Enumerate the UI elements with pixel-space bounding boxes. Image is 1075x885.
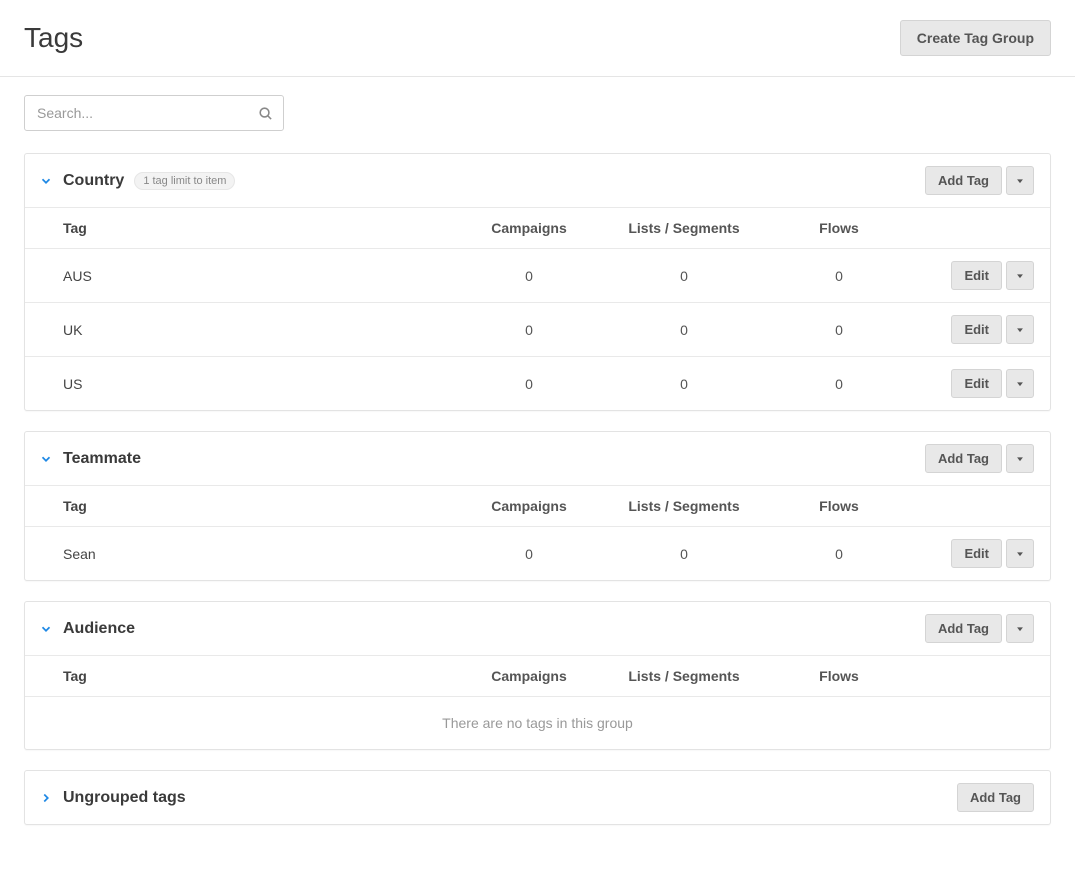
- tag-name: AUS: [63, 268, 464, 284]
- tag-row: US000Edit: [25, 356, 1050, 410]
- tag-name: UK: [63, 322, 464, 338]
- col-header-flows: Flows: [774, 498, 904, 514]
- columns-header: TagCampaignsLists / SegmentsFlows: [25, 655, 1050, 696]
- col-header-campaigns: Campaigns: [464, 498, 594, 514]
- group-header: Teammate Add Tag: [25, 432, 1050, 485]
- add-tag-button-group: Add Tag: [925, 444, 1034, 473]
- caret-down-icon: [1015, 454, 1025, 464]
- caret-down-icon: [1015, 624, 1025, 634]
- tag-lists-segments-count: 0: [594, 376, 774, 392]
- col-header-flows: Flows: [774, 668, 904, 684]
- add-tag-button-group: Add Tag: [925, 166, 1034, 195]
- tag-campaigns-count: 0: [464, 546, 594, 562]
- group-header: Audience Add Tag: [25, 602, 1050, 655]
- tag-campaigns-count: 0: [464, 322, 594, 338]
- tag-actions: Edit: [951, 315, 1034, 344]
- tag-group: Country 1 tag limit to item Add Tag TagCamp…: [24, 153, 1051, 411]
- col-header-tag: Tag: [63, 220, 464, 236]
- chevron-down-icon[interactable]: [39, 622, 53, 636]
- empty-group-message: There are no tags in this group: [25, 696, 1050, 749]
- group-title[interactable]: Country: [63, 172, 124, 190]
- tag-lists-segments-count: 0: [594, 322, 774, 338]
- add-tag-button[interactable]: Add Tag: [925, 614, 1002, 643]
- page-header: Tags Create Tag Group: [0, 0, 1075, 77]
- tag-flows-count: 0: [774, 322, 904, 338]
- create-tag-group-button[interactable]: Create Tag Group: [900, 20, 1051, 56]
- col-header-campaigns: Campaigns: [464, 668, 594, 684]
- col-header-tag: Tag: [63, 498, 464, 514]
- col-header-lists-segments: Lists / Segments: [594, 220, 774, 236]
- columns-header: TagCampaignsLists / SegmentsFlows: [25, 207, 1050, 248]
- tag-flows-count: 0: [774, 268, 904, 284]
- add-tag-button-group: Add Tag: [957, 783, 1034, 812]
- search-box: [24, 95, 284, 131]
- chevron-right-icon[interactable]: [39, 791, 53, 805]
- caret-down-icon: [1015, 379, 1025, 389]
- add-tag-button[interactable]: Add Tag: [957, 783, 1034, 812]
- caret-down-icon: [1015, 549, 1025, 559]
- tag-limit-badge: 1 tag limit to item: [134, 172, 235, 190]
- col-header-campaigns: Campaigns: [464, 220, 594, 236]
- tag-group: Ungrouped tags Add Tag: [24, 770, 1051, 825]
- add-tag-button[interactable]: Add Tag: [925, 444, 1002, 473]
- tag-group: Teammate Add Tag TagCampaignsLists / Segme…: [24, 431, 1051, 581]
- tag-actions-dropdown[interactable]: [1006, 315, 1034, 344]
- tag-actions: Edit: [951, 539, 1034, 568]
- tag-name: US: [63, 376, 464, 392]
- chevron-down-icon[interactable]: [39, 452, 53, 466]
- tag-actions-dropdown[interactable]: [1006, 369, 1034, 398]
- tag-actions: Edit: [951, 261, 1034, 290]
- search-wrap: [24, 95, 1051, 131]
- group-actions-dropdown[interactable]: [1006, 166, 1034, 195]
- edit-tag-button[interactable]: Edit: [951, 539, 1002, 568]
- group-header: Country 1 tag limit to item Add Tag: [25, 154, 1050, 207]
- caret-down-icon: [1015, 176, 1025, 186]
- group-title[interactable]: Audience: [63, 620, 135, 638]
- page-title: Tags: [24, 22, 83, 54]
- col-header-tag: Tag: [63, 668, 464, 684]
- tag-actions: Edit: [951, 369, 1034, 398]
- add-tag-button-group: Add Tag: [925, 614, 1034, 643]
- tag-row: Sean000Edit: [25, 526, 1050, 580]
- tag-row: AUS000Edit: [25, 248, 1050, 302]
- col-header-lists-segments: Lists / Segments: [594, 498, 774, 514]
- tag-row: UK000Edit: [25, 302, 1050, 356]
- edit-tag-button[interactable]: Edit: [951, 261, 1002, 290]
- content-area: Country1 tag limit to itemAdd TagTagCamp…: [0, 77, 1075, 885]
- group-actions-dropdown[interactable]: [1006, 614, 1034, 643]
- search-input[interactable]: [25, 97, 283, 129]
- tag-name: Sean: [63, 546, 464, 562]
- group-title[interactable]: Teammate: [63, 450, 141, 468]
- add-tag-button[interactable]: Add Tag: [925, 166, 1002, 195]
- caret-down-icon: [1015, 325, 1025, 335]
- edit-tag-button[interactable]: Edit: [951, 369, 1002, 398]
- col-header-flows: Flows: [774, 220, 904, 236]
- caret-down-icon: [1015, 271, 1025, 281]
- tag-flows-count: 0: [774, 546, 904, 562]
- tag-campaigns-count: 0: [464, 376, 594, 392]
- tag-actions-dropdown[interactable]: [1006, 261, 1034, 290]
- col-header-lists-segments: Lists / Segments: [594, 668, 774, 684]
- tag-group: Audience Add Tag TagCampaignsLists / Segme…: [24, 601, 1051, 750]
- chevron-down-icon[interactable]: [39, 174, 53, 188]
- tag-campaigns-count: 0: [464, 268, 594, 284]
- tag-lists-segments-count: 0: [594, 268, 774, 284]
- tag-flows-count: 0: [774, 376, 904, 392]
- tag-lists-segments-count: 0: [594, 546, 774, 562]
- edit-tag-button[interactable]: Edit: [951, 315, 1002, 344]
- group-title[interactable]: Ungrouped tags: [63, 789, 186, 807]
- group-actions-dropdown[interactable]: [1006, 444, 1034, 473]
- tag-actions-dropdown[interactable]: [1006, 539, 1034, 568]
- columns-header: TagCampaignsLists / SegmentsFlows: [25, 485, 1050, 526]
